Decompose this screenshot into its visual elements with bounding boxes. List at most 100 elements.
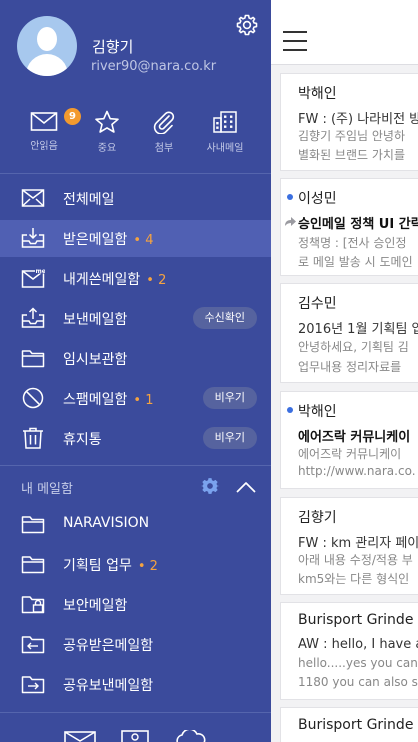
mailbox-naravision[interactable]: NARAVISION	[0, 506, 271, 543]
mail-preview: 업무내용 정리자료를	[298, 360, 402, 374]
mailbox-secure-label: 보안메일함	[63, 598, 128, 614]
star-icon	[95, 110, 119, 133]
my-mailboxes-header[interactable]: 내 메일함	[0, 468, 271, 504]
folder-spam-label: 스팸메일함	[63, 392, 128, 408]
mailbox-shared-in-label: 공유받은메일함	[63, 638, 154, 654]
drawer-bottom-bar	[0, 712, 271, 742]
trash-icon	[23, 427, 43, 449]
mail-item[interactable]: 박해인 에어즈락 커뮤니케이 에어즈락 커뮤니케이 http://www.nar…	[280, 391, 418, 489]
unread-count: • 4	[133, 233, 154, 248]
quick-attachments[interactable]: 첨부	[134, 102, 194, 154]
mail-item[interactable]: 박해인 FW : (주) 나라비전 방 김향기 주임님 안녕하 별화된 브랜드 …	[280, 73, 418, 171]
mailbox-planning-label: 기획팀 업무	[63, 558, 132, 574]
address-book-icon[interactable]	[119, 730, 151, 742]
mail-item[interactable]: Burisport Grinde	[280, 707, 418, 742]
mail-preview: http://www.nara.co.	[298, 464, 416, 478]
folder-inbox-label: 받은메일함	[63, 232, 128, 248]
quick-important[interactable]: 중요	[77, 102, 137, 154]
paperclip-icon	[153, 111, 175, 134]
quick-unread-label: 안읽음	[30, 141, 58, 152]
mail-item[interactable]: 이성민 승인메일 정책 UI 간략 정책명 : [전사 승인정 로 메일 발송 …	[280, 178, 418, 276]
mail-preview: km5와는 다른 형식인	[298, 572, 410, 586]
folder-to-me[interactable]: me 내게쓴메일함 • 2	[0, 260, 271, 297]
mail-sender: 이성민	[298, 191, 337, 207]
folder-inbox[interactable]: 받은메일함 • 4	[0, 220, 271, 257]
folder-label: 받은메일함 • 4	[63, 229, 154, 249]
folder-all[interactable]: 전체메일	[0, 180, 271, 217]
folder-label: 전체메일	[63, 192, 115, 208]
folder-sent-label: 보낸메일함	[63, 312, 128, 328]
mail-subject: 2016년 1월 기획팀 업	[298, 322, 418, 337]
divider	[0, 173, 271, 174]
mailbox-secure[interactable]: 보안메일함	[0, 586, 271, 623]
forward-icon	[285, 217, 296, 226]
mail-preview: 안녕하세요, 기획팀 김	[298, 340, 409, 354]
folder-drafts[interactable]: 임시보관함	[0, 340, 271, 377]
mailbox-shared-out[interactable]: 공유보낸메일함	[0, 666, 271, 703]
mail-preview: 에어즈락 커뮤니케이	[298, 447, 402, 461]
sent-icon	[21, 307, 45, 328]
unread-dot	[287, 194, 293, 200]
folder-label: 스팸메일함 • 1	[63, 389, 154, 409]
mail-subject: AW : hello, I have a	[298, 637, 418, 652]
folder-label: 기획팀 업무 • 2	[63, 555, 158, 575]
quick-unread[interactable]: 9 안읽음	[14, 102, 81, 152]
folder-label: 내게쓴메일함 • 2	[63, 269, 166, 289]
folder-drafts-label: 임시보관함	[63, 352, 128, 368]
mail-preview: 별화된 브랜드 가치를	[298, 148, 405, 162]
folder-icon	[21, 350, 45, 368]
mail-sender: Burisport Grinde	[298, 612, 414, 628]
folder-sent[interactable]: 보낸메일함 수신확인	[0, 300, 271, 337]
gear-icon[interactable]	[201, 477, 219, 495]
top-app-bar	[271, 0, 418, 65]
folder-trash[interactable]: 휴지통 비우기	[0, 420, 271, 457]
mail-sender: Burisport Grinde	[298, 717, 414, 733]
unread-count: • 2	[137, 559, 158, 574]
avatar[interactable]	[17, 16, 77, 76]
my-mailboxes-title: 내 메일함	[21, 482, 73, 497]
lock-folder-icon	[21, 596, 45, 614]
envelope-icon	[30, 112, 58, 131]
mail-item[interactable]: 김향기 FW : km 관리자 페이 아래 내용 수정/적용 부 km5와는 다…	[280, 497, 418, 595]
envelope-icon[interactable]	[64, 730, 96, 742]
quick-attachments-label: 첨부	[154, 143, 174, 154]
read-receipt-button[interactable]: 수신확인	[192, 307, 257, 329]
quick-important-label: 중요	[97, 143, 117, 154]
mail-item[interactable]: 김수민 2016년 1월 기획팀 업 안녕하세요, 기획팀 김 업무내용 정리자…	[280, 283, 418, 383]
gear-icon[interactable]	[235, 13, 259, 37]
user-email: river90@nara.co.kr	[91, 59, 217, 74]
mail-preview: 로 메일 발송 시 도메인	[298, 255, 413, 269]
mail-preview: 김향기 주임님 안녕하	[298, 129, 405, 143]
user-name: 김향기	[92, 38, 134, 56]
mail-sender: 김향기	[298, 510, 337, 526]
divider	[0, 465, 271, 466]
mailbox-shared-in[interactable]: 공유받은메일함	[0, 626, 271, 663]
unread-count: • 2	[146, 273, 167, 288]
menu-icon[interactable]	[283, 31, 307, 51]
building-icon	[213, 111, 237, 133]
mail-item[interactable]: Burisport Grinde AW : hello, I have a he…	[280, 602, 418, 700]
mail-preview: 정책명 : [전사 승인정	[298, 236, 407, 250]
mailbox-shared-out-label: 공유보낸메일함	[63, 678, 154, 694]
cloud-icon[interactable]	[174, 730, 206, 742]
mailbox-planning[interactable]: 기획팀 업무 • 2	[0, 546, 271, 583]
folder-trash-label: 휴지통	[63, 432, 102, 448]
mail-preview: hello.....yes you can	[298, 656, 418, 670]
mail-sender: 박해인	[298, 86, 337, 102]
mail-sender: 김수민	[298, 296, 337, 312]
mail-subject: 에어즈락 커뮤니케이	[298, 430, 411, 445]
empty-spam-button[interactable]: 비우기	[202, 387, 257, 409]
unread-dot	[287, 407, 293, 413]
quick-company[interactable]: 사내메일	[195, 102, 255, 154]
chevron-up-icon[interactable]	[235, 480, 257, 494]
mail-subject: 승인메일 정책 UI 간략	[298, 217, 418, 232]
navigation-drawer: 김향기 river90@nara.co.kr 9 안읽음 중요 첨부 사내메일 …	[0, 0, 271, 742]
empty-trash-button[interactable]: 비우기	[202, 427, 257, 449]
unread-count-value: 2	[149, 559, 158, 574]
folder-spam[interactable]: 스팸메일함 • 1 비우기	[0, 380, 271, 417]
unread-count: • 1	[133, 393, 154, 408]
quick-company-label: 사내메일	[206, 143, 244, 154]
block-icon	[22, 387, 44, 409]
mailbox-naravision-label: NARAVISION	[63, 515, 150, 531]
inbox-icon	[21, 228, 45, 248]
